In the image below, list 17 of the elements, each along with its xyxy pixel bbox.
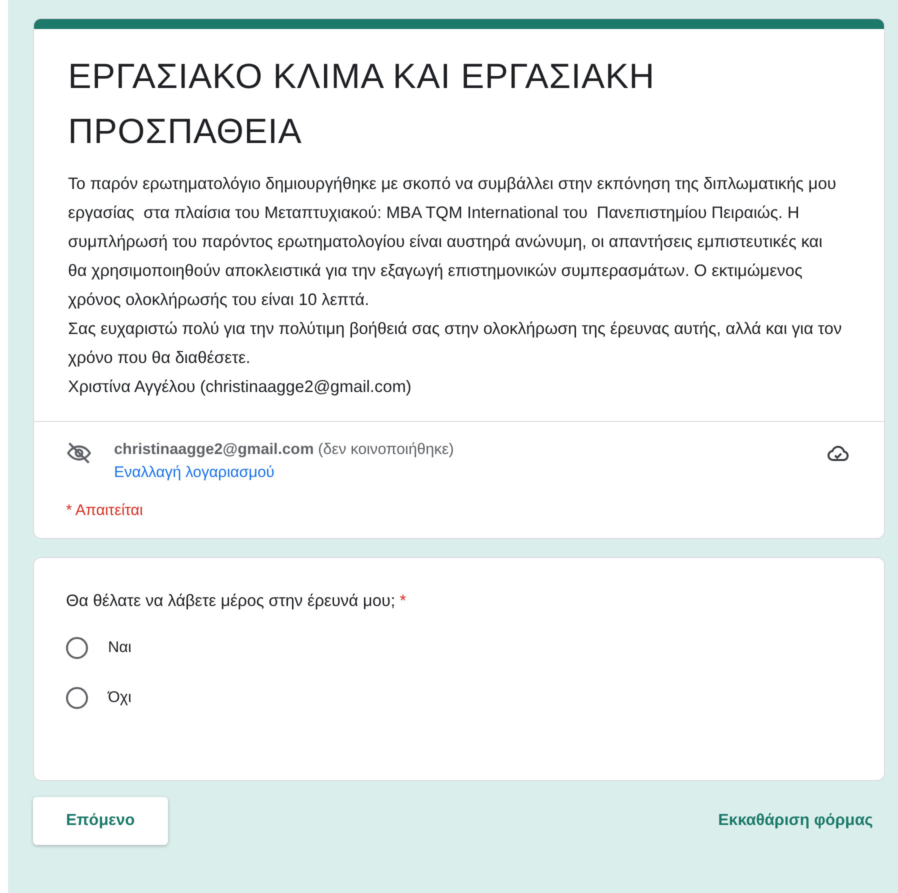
required-note: * Απαιτείται (65, 501, 144, 521)
option-label[interactable]: Όχι (108, 689, 132, 707)
account-email: christinaagge2@gmail.com (114, 441, 314, 458)
form-description: Το παρόν ερωτηματολόγιο δημιουργήθηκε με σκοπό να συμβάλλει στην εκπόνηση της διπλωματικής μου εργασίας στα πλαίσια του Μεταπτυχιακού: MBA TQM International του Πανεπιστημίου Πειραιώς. Η συμπλήρωσή του παρόντος ερωτηματολογίου είναι αυστηρά ανώνυμη, οι απαντήσεις εμπιστευτικές και θα χρησιμοποιηθούν αποκλειστικά για την εξαγωγή επιστημονικών συμπερασμάτων. Ο εκτιμώμενος χρόνος ολοκλήρωσής του είναι 10 λεπτά. (68, 173, 838, 311)
radio-button[interactable] (66, 637, 88, 659)
next-button[interactable]: Επόμενο (33, 797, 168, 845)
form-description: Σας ευχαριστώ πολύ για την πολύτιμη βοήθειά σας στην ολοκλήρωση της έρευνας αυτής, αλλά και για τον χρόνο που θα διαθέσετε. (68, 318, 843, 369)
not-shared-note: (δεν κοινοποιήθηκε) (318, 441, 454, 458)
question-text: Θα θέλατε να λάβετε μέρος στην έρευνά μου; (66, 592, 396, 610)
clear-form-link[interactable]: Εκκαθάριση φόρμας (718, 812, 873, 830)
form-description: Χριστίνα Αγγέλου (christinaagge2@gmail.com) (68, 376, 412, 398)
hidden-eye-icon (66, 440, 92, 466)
switch-account-link[interactable]: Εναλλαγή λογαριασμού (114, 461, 274, 484)
radio-button[interactable] (66, 687, 88, 709)
required-mark: * (400, 592, 406, 610)
form-title: ΕΡΓΑΣΙΑΚΟ ΚΛΙΜΑ ΚΑΙ ΕΡΓΑΣΙΑΚΗ ΠΡΟΣΠΑΘΕΙΑ (68, 56, 656, 153)
option-label[interactable]: Ναι (108, 639, 132, 657)
